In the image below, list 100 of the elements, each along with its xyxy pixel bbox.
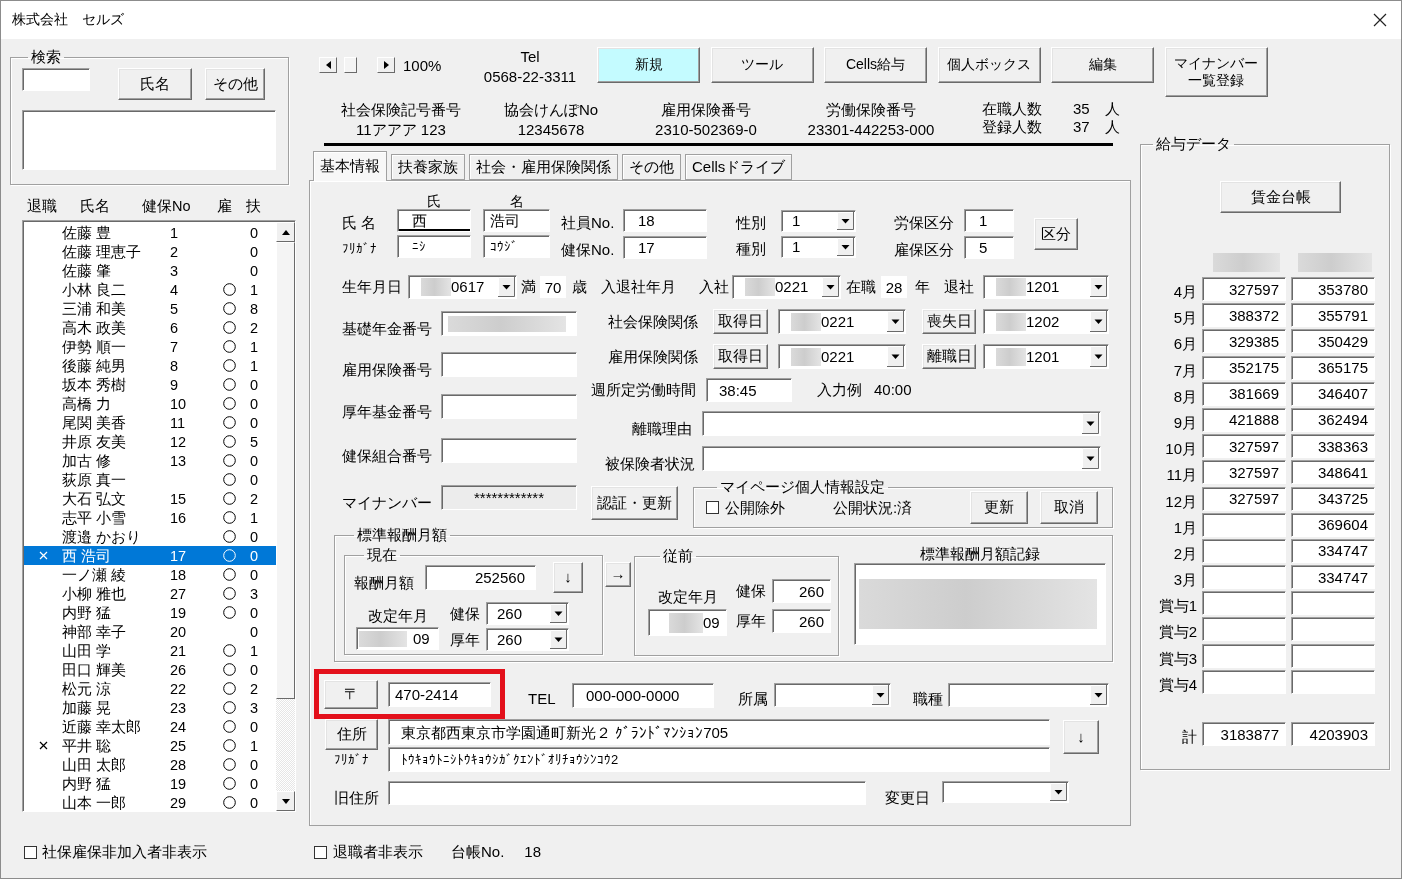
amount-field[interactable] (1202, 669, 1286, 694)
date-field[interactable]: 09 (356, 627, 439, 650)
employee-row[interactable]: 内野 猛 19 0 (24, 774, 276, 793)
scroll-thumb[interactable] (276, 242, 295, 699)
amount-field[interactable]: 334747 (1291, 565, 1375, 590)
dropdown-field[interactable] (702, 411, 1101, 436)
close-icon[interactable] (1373, 13, 1387, 27)
employee-row[interactable]: 佐藤 肇 3 0 (24, 261, 276, 280)
given-name-field[interactable]: 浩司 (483, 209, 550, 232)
amount-field[interactable] (1202, 565, 1286, 590)
tab[interactable]: 基本情報 (313, 151, 387, 181)
amount-field[interactable]: 327597 (1202, 277, 1286, 301)
employee-row[interactable]: 山本 一郎 29 0 (24, 793, 276, 812)
date-dropdown[interactable]: 0617 (408, 275, 517, 299)
employee-row[interactable]: 高木 政美 6 2 (24, 318, 276, 337)
amount-field[interactable] (1202, 643, 1286, 668)
old-address-field[interactable] (388, 781, 866, 805)
dropdown-field[interactable] (948, 683, 1109, 707)
address-field[interactable]: 東京都西東京市学園通町新光２ ｸﾞﾗﾝﾄﾞﾏﾝｼｮﾝ705 (388, 719, 1050, 745)
employee-row[interactable]: 渡邉 かおり 0 (24, 527, 276, 546)
amount-field[interactable] (1202, 538, 1286, 563)
date-dropdown[interactable] (942, 781, 1069, 803)
dropdown-field[interactable] (774, 683, 891, 707)
amount-field[interactable]: 3183877 (1202, 722, 1286, 746)
amount-field[interactable]: 348641 (1291, 460, 1375, 485)
text-field[interactable] (441, 438, 577, 463)
scroll-left-button[interactable] (319, 57, 337, 73)
amount-field[interactable]: 365175 (1291, 355, 1375, 380)
amount-field[interactable] (1291, 591, 1375, 616)
employee-row[interactable]: 田口 輝美 26 0 (24, 660, 276, 679)
down-button[interactable]: ↓ (553, 562, 583, 593)
surname-field[interactable]: 西 (397, 209, 471, 232)
toolbar-button[interactable]: 編集 (1051, 47, 1154, 83)
toolbar-button[interactable]: Cells給与 (824, 47, 927, 83)
employee-row[interactable]: 後藤 純男 8 1 (24, 356, 276, 375)
checkbox[interactable] (706, 501, 719, 514)
amount-field[interactable]: 338363 (1291, 434, 1375, 459)
date-dropdown[interactable]: 1202 (983, 309, 1109, 334)
class-field[interactable]: 5 (964, 236, 1014, 259)
text-field[interactable] (441, 394, 577, 419)
employee-row[interactable]: 伊勢 順一 7 1 (24, 337, 276, 356)
amount-field[interactable]: 421888 (1202, 407, 1286, 432)
amount-field[interactable]: 369604 (1291, 512, 1375, 537)
scroll-down-button[interactable] (276, 791, 295, 811)
tab[interactable]: Cellsドライブ (685, 154, 793, 180)
employee-row[interactable]: 大石 弘文 15 2 (24, 489, 276, 508)
employee-row[interactable]: 井原 友美 12 5 (24, 432, 276, 451)
scroll-thumb[interactable] (344, 57, 357, 73)
employee-row[interactable]: 佐藤 豊 1 0 (24, 223, 276, 242)
text-field[interactable] (441, 352, 577, 377)
amount-field[interactable]: 343725 (1291, 486, 1375, 511)
tab[interactable]: その他 (622, 154, 681, 180)
checkbox[interactable] (314, 845, 327, 859)
employee-row[interactable]: 小林 良二 4 1 (24, 280, 276, 299)
amount-field[interactable] (1291, 617, 1375, 642)
date-dropdown[interactable]: 0221 (732, 275, 841, 299)
toolbar-button[interactable]: 新規 (597, 47, 700, 83)
address-kana-field[interactable]: ﾄｳｷｮｳﾄﾆｼﾄｳｷｮｳｼｶﾞｸｴﾝﾄﾞｵﾘﾁｮｳｼﾝｺｳ2 (388, 747, 1050, 772)
amount-field[interactable]: 353780 (1291, 277, 1375, 301)
hours-field[interactable]: 38:45 (706, 378, 792, 402)
action-button[interactable]: 取消 (1040, 491, 1099, 524)
search-results-list[interactable] (22, 110, 276, 170)
employee-row[interactable]: 加古 修 13 0 (24, 451, 276, 470)
number-field[interactable]: 18 (623, 209, 707, 232)
date-button[interactable]: 取得日 (713, 344, 768, 369)
auth-button[interactable]: 認証・更新 (591, 486, 678, 520)
tab[interactable]: 扶養家族 (391, 154, 465, 180)
search-button[interactable]: その他 (205, 68, 265, 100)
dropdown-field[interactable]: 1 (781, 210, 856, 232)
text-field[interactable] (441, 311, 577, 336)
toolbar-button[interactable]: ツール (710, 47, 814, 83)
employee-row[interactable]: 三浦 和美 5 8 (24, 299, 276, 318)
amount-field[interactable]: 355791 (1291, 303, 1375, 328)
employee-row[interactable]: 加藤 晃 23 3 (24, 698, 276, 717)
date-dropdown[interactable]: 1201 (983, 275, 1109, 299)
amount-field[interactable]: 327597 (1202, 486, 1286, 511)
employee-row[interactable]: 神部 幸子 20 0 (24, 622, 276, 641)
employee-row[interactable]: 松元 涼 22 2 (24, 679, 276, 698)
amount-field[interactable] (1291, 669, 1375, 694)
postal-code-field[interactable]: 470-2414 (388, 681, 491, 707)
amount-field[interactable]: 4203903 (1291, 722, 1375, 746)
amount-field[interactable]: 346407 (1291, 381, 1375, 406)
employee-row[interactable]: 山田 太郎 28 0 (24, 755, 276, 774)
amount-field[interactable]: 362494 (1291, 407, 1375, 432)
employee-row[interactable]: 山田 学 21 1 (24, 641, 276, 660)
scroll-up-button[interactable] (276, 222, 295, 242)
employee-row[interactable]: 一ノ瀬 綾 18 0 (24, 565, 276, 584)
amount-field[interactable]: 381669 (1202, 381, 1286, 406)
amount-field[interactable]: 252560 (425, 565, 536, 590)
date-dropdown[interactable]: 0221 (778, 344, 906, 369)
scroll-right-button[interactable] (377, 57, 395, 73)
date-dropdown[interactable]: 1201 (983, 344, 1109, 369)
employee-row[interactable]: 近藤 幸太郎 24 0 (24, 717, 276, 736)
date-button[interactable]: 喪失日 (922, 309, 976, 334)
date-field[interactable]: 09 (648, 609, 727, 636)
search-field[interactable] (22, 68, 90, 91)
checkbox[interactable] (24, 845, 37, 859)
address-button[interactable]: 住所 (325, 719, 378, 750)
given-kana-field[interactable]: ｺｳｼﾞ (483, 235, 550, 258)
surname-kana-field[interactable]: ﾆｼ (397, 235, 471, 258)
